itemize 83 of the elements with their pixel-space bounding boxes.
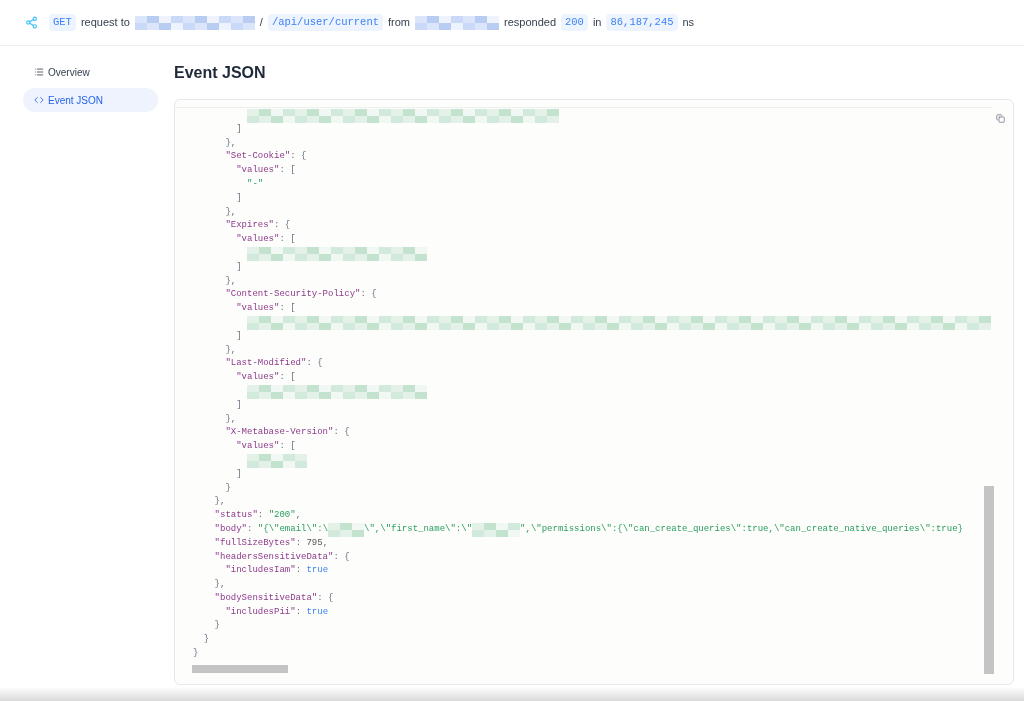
code-token: ,: [295, 509, 302, 523]
code-token: : [: [279, 164, 296, 178]
code-token: "X-Metabase-Version": [224, 426, 334, 440]
redaction-drawing: [247, 453, 307, 468]
vertical-scrollbar[interactable]: [984, 486, 994, 674]
code-token: 795: [306, 536, 323, 550]
code-token: "includesPii": [224, 605, 296, 619]
header-text: /: [259, 15, 263, 31]
code-token: },: [224, 205, 237, 219]
redaction-drawing: [472, 522, 521, 537]
code-token: "fullSizeBytes": [213, 536, 296, 550]
code-token: },: [224, 274, 237, 288]
header-text: request to: [80, 15, 130, 31]
code-token: "Last-Modified": [224, 357, 307, 371]
code-token: : {: [333, 426, 350, 440]
code-token: : [: [279, 440, 296, 454]
code-token: true: [306, 564, 329, 578]
code-token: :: [295, 605, 303, 619]
code-token: }: [193, 647, 199, 661]
code-token: },: [224, 412, 237, 426]
code-token: \",\"first_name\":\": [364, 522, 473, 536]
code-token: "values": [235, 440, 280, 454]
share-icon: [25, 16, 38, 29]
code-token: :: [295, 564, 303, 578]
code-token: }: [224, 481, 231, 495]
header-text: from: [388, 15, 410, 31]
code-token: }: [202, 633, 210, 647]
horizontal-scrollbar[interactable]: [192, 665, 288, 673]
code-token: ]: [235, 467, 242, 481]
header-text: ns: [682, 15, 695, 31]
copy-icon[interactable]: [996, 114, 1005, 123]
code-token: : {: [360, 288, 377, 302]
header-text: responded: [504, 15, 556, 31]
code-token: "-": [246, 178, 264, 191]
code-token: "Set-Cookie": [224, 150, 291, 164]
code-token: ]: [235, 329, 242, 343]
code-token: "Expires": [224, 219, 274, 233]
code-token: :: [295, 536, 303, 550]
sidebar-item[interactable]: Event JSON: [23, 88, 158, 112]
code-token: "status": [213, 509, 258, 523]
code-token: },: [224, 136, 237, 150]
code-token: },: [213, 495, 226, 509]
page-title: Event JSON: [174, 63, 267, 83]
code-token: ]: [235, 122, 242, 136]
sidebar-item[interactable]: Overview: [23, 60, 158, 84]
code-token: "includesIam": [224, 564, 296, 578]
code-token: ]: [235, 260, 242, 274]
code-token: "{\"email\":\: [257, 522, 329, 536]
code-token: : {: [333, 550, 350, 564]
code-token: "body": [213, 522, 247, 536]
code-token: ,: [322, 536, 329, 550]
code-token: : {: [290, 150, 307, 164]
code-chip: /api/user/current: [267, 13, 383, 32]
code-token: : [: [279, 233, 296, 247]
code-token: },: [224, 343, 237, 357]
code-chip: 86,187,245: [606, 13, 678, 32]
code-token: "bodySensitiveData": [213, 591, 318, 605]
code-token: :: [257, 509, 265, 523]
code-chip: 200: [561, 13, 588, 32]
code-token: },: [213, 578, 226, 592]
code-token: ]: [235, 398, 242, 412]
list-icon: [34, 67, 44, 77]
code-token: : {: [274, 219, 291, 233]
code-token: "headersSensitiveData": [213, 550, 334, 564]
redaction-drawing: [328, 522, 365, 537]
code-token: "Content-Security-Policy": [224, 288, 361, 302]
code-token: ]: [235, 191, 242, 205]
code-token: true: [306, 605, 329, 619]
code-token: "values": [235, 164, 280, 178]
code-token: : [: [279, 371, 296, 385]
code-token: }: [213, 619, 220, 633]
code-token: : [: [279, 302, 296, 316]
code-token: "values": [235, 302, 280, 316]
code-token: "values": [235, 371, 280, 385]
code-token: :: [247, 522, 254, 536]
code-token: : {: [306, 357, 323, 371]
code-token: : {: [317, 591, 334, 605]
header-text: in: [592, 15, 602, 31]
code-token: "values": [235, 233, 280, 247]
code-token: "200": [268, 509, 296, 523]
code-icon: [34, 95, 44, 105]
code-token: ",\"permissions\":{\"can_create_queries\":true,\"can_create_native_queries\":true}: [520, 522, 963, 536]
code-chip: GET: [49, 13, 76, 32]
